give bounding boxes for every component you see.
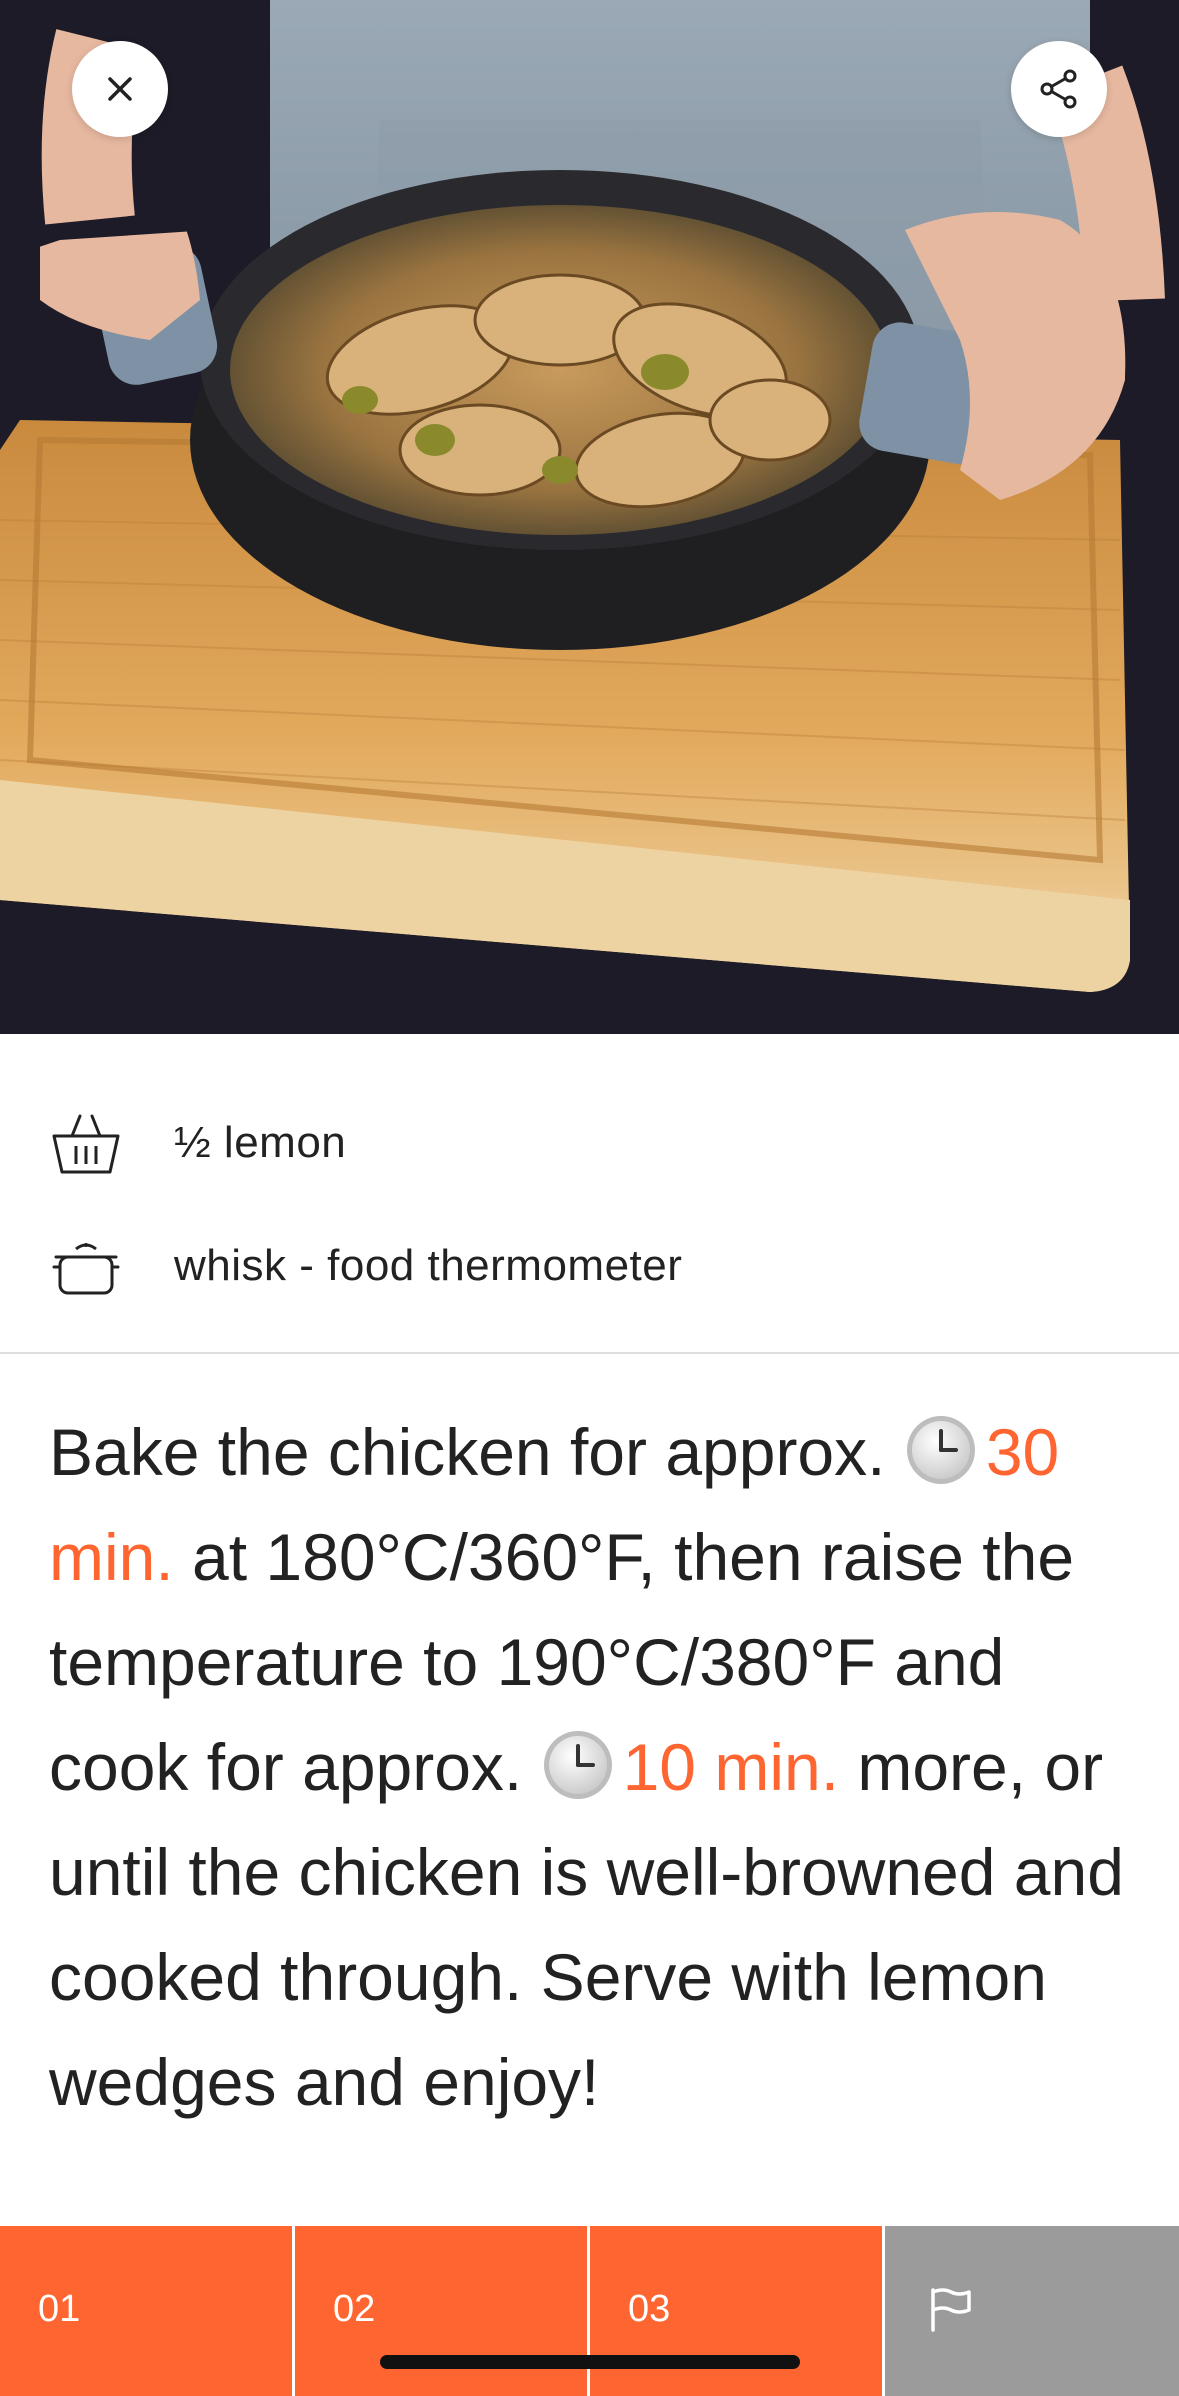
clock-icon: [906, 1416, 975, 1484]
step-tab-01[interactable]: 01: [0, 2226, 292, 2396]
step-tab-03[interactable]: 03: [590, 2226, 882, 2396]
step-label: 03: [628, 2288, 671, 2330]
utensil-text: whisk - food thermometer: [174, 1241, 683, 1290]
step-instructions: Bake the chicken for approx. 30 min. at …: [49, 1400, 1149, 2135]
share-button[interactable]: [1011, 41, 1107, 137]
basket-icon: [52, 1114, 120, 1174]
close-button[interactable]: [72, 41, 168, 137]
clock-icon: [543, 1731, 612, 1799]
flag-icon: [931, 2288, 971, 2332]
share-icon: [1040, 69, 1077, 109]
section-divider: [0, 1352, 1179, 1354]
recipe-step-photo: [0, 0, 1179, 1034]
step-tab-02[interactable]: 02: [295, 2226, 587, 2396]
step-navigation: 01 02 03: [0, 2226, 1179, 2396]
finish-tab[interactable]: [885, 2226, 1179, 2396]
ingredient-text: ½ lemon: [174, 1118, 347, 1167]
step-label: 01: [38, 2288, 81, 2330]
ingredient-row: ½ lemon: [0, 1088, 1179, 1198]
close-icon: [108, 77, 132, 101]
step-label: 02: [333, 2288, 376, 2330]
timer-link[interactable]: 10 min.: [623, 1730, 839, 1804]
pot-icon: [52, 1243, 120, 1295]
home-indicator[interactable]: [380, 2355, 800, 2369]
instruction-text: Bake the chicken for approx.: [49, 1415, 886, 1489]
utensil-row: whisk - food thermometer: [0, 1211, 1179, 1321]
